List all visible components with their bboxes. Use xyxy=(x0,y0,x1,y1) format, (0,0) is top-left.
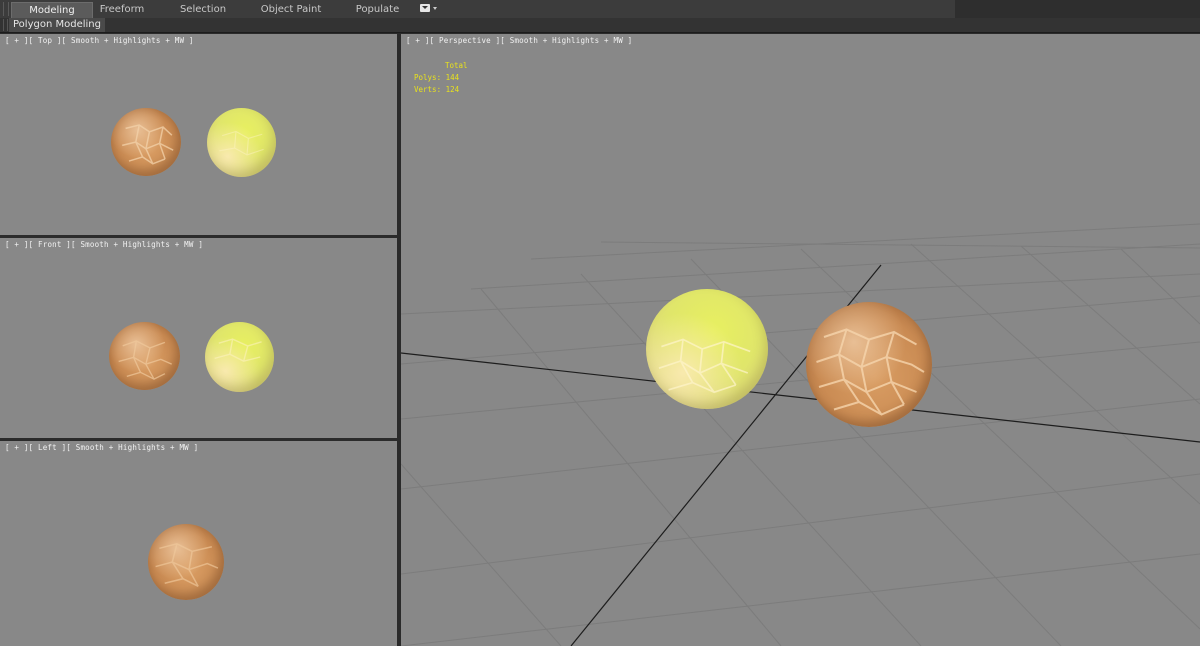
sphere-orange[interactable] xyxy=(109,322,180,390)
polygon-modeling-panel-button[interactable]: Polygon Modeling xyxy=(9,18,105,32)
ribbon-panel-bar: Polygon Modeling xyxy=(0,18,1200,33)
tab-object-paint[interactable]: Object Paint xyxy=(250,2,332,17)
sphere-yellow[interactable] xyxy=(646,289,768,409)
tab-populate[interactable]: Populate xyxy=(340,2,415,17)
tab-selection[interactable]: Selection xyxy=(165,2,241,17)
crack-texture xyxy=(658,338,751,394)
crack-texture xyxy=(122,124,174,165)
crack-texture xyxy=(219,130,264,156)
perspective-grid xyxy=(401,223,1200,646)
x-axis-line xyxy=(401,352,1200,443)
ribbon-empty-area xyxy=(955,0,1200,18)
ribbon-grip[interactable] xyxy=(3,2,9,16)
sphere-orange[interactable] xyxy=(148,524,224,600)
panel-grip[interactable] xyxy=(3,19,8,31)
crack-texture xyxy=(155,542,219,587)
sphere-orange[interactable] xyxy=(111,108,181,176)
tab-freeform[interactable]: Freeform xyxy=(84,2,160,17)
viewport-top[interactable]: [ + ][ Top ][ Smooth + Highlights + MW ] xyxy=(0,34,397,235)
ribbon-tab-bar: Modeling Freeform Selection Object Paint… xyxy=(0,0,1200,19)
crack-texture xyxy=(118,340,172,380)
viewport-front[interactable]: [ + ][ Front ][ Smooth + Highlights + MW… xyxy=(0,238,397,438)
display-icon xyxy=(420,4,430,12)
viewport-perspective[interactable]: [ + ][ Perspective ][ Smooth + Highlight… xyxy=(401,34,1200,646)
sphere-yellow[interactable] xyxy=(207,108,276,177)
sphere-orange[interactable] xyxy=(806,302,932,427)
viewport-left[interactable]: [ + ][ Left ][ Smooth + Highlights + MW … xyxy=(0,441,397,646)
ribbon-options-button[interactable] xyxy=(420,4,440,14)
viewport-top-label[interactable]: [ + ][ Top ][ Smooth + Highlights + MW ] xyxy=(5,36,194,45)
viewport-left-label[interactable]: [ + ][ Left ][ Smooth + Highlights + MW … xyxy=(5,443,198,452)
viewport-front-label[interactable]: [ + ][ Front ][ Smooth + Highlights + MW… xyxy=(5,240,203,249)
tab-modeling[interactable]: Modeling xyxy=(11,2,93,18)
sphere-yellow[interactable] xyxy=(205,322,274,392)
chevron-down-icon xyxy=(433,7,437,10)
crack-texture xyxy=(816,328,925,416)
crack-texture xyxy=(214,338,262,362)
